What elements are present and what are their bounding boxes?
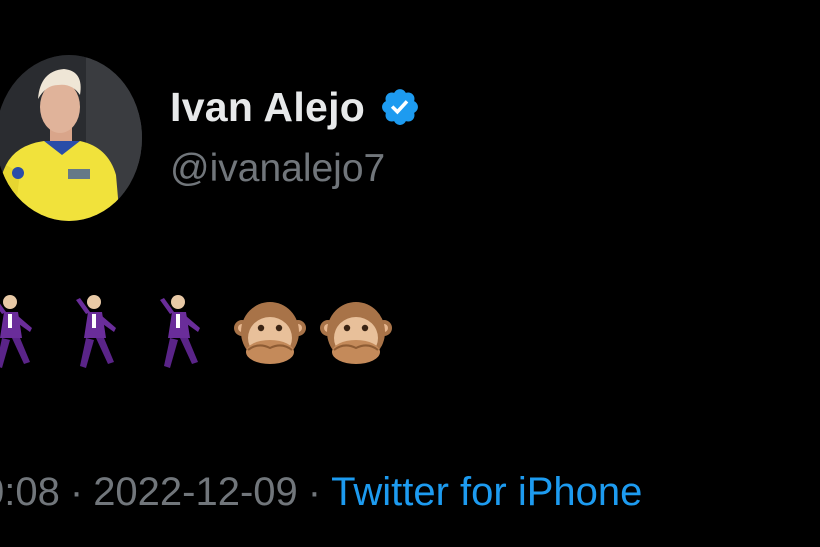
meta-separator: · [69,470,84,514]
verified-badge-icon [379,86,421,128]
speak-no-evil-monkey-emoji [234,302,306,364]
display-name[interactable]: Ivan Alejo [170,82,365,132]
meta-separator: · [307,470,322,514]
user-handle[interactable]: @ivanalejo7 [170,145,385,193]
dancing-man-emoji [0,295,32,368]
tweet-meta: 0:08·2022-12-09·Twitter for iPhone [0,466,642,518]
tweet-source-link[interactable]: Twitter for iPhone [331,470,642,514]
tweet-date[interactable]: 2022-12-09 [93,470,298,514]
speak-no-evil-monkey-emoji [320,302,392,364]
avatar[interactable] [0,55,142,221]
tweet-card: Ivan Alejo @ivanalejo7:08 · 2022-12-09 … [0,0,820,547]
tweet-time[interactable]: 0:08 [0,470,60,514]
dancing-man-emoji [160,295,200,368]
user-name-row: Ivan Alejo [170,82,421,132]
dancing-man-emoji [76,295,116,368]
